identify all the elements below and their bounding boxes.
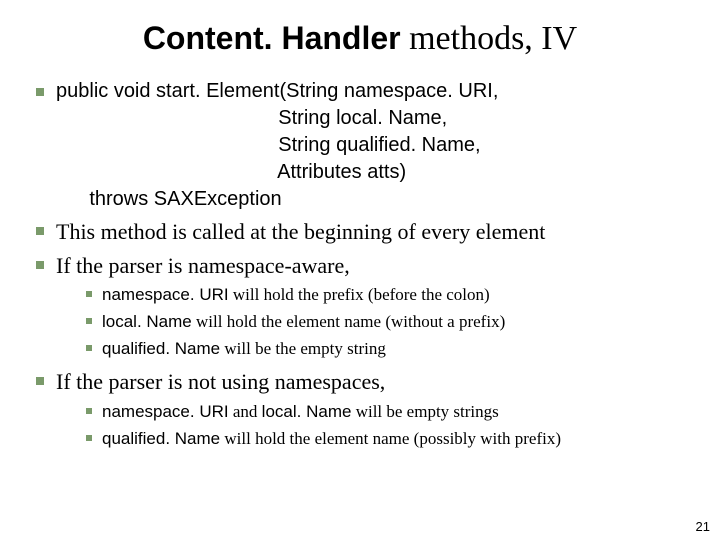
- list-item: local. Name will hold the element name (…: [86, 311, 690, 334]
- code-line: String qualified. Name,: [56, 132, 690, 159]
- bullet-icon: [86, 291, 92, 297]
- list-item: qualified. Name will hold the element na…: [86, 428, 690, 451]
- bullet-icon: [36, 377, 44, 385]
- list-item: If the parser is namespace-aware,: [36, 251, 690, 281]
- bullet-list: If the parser is not using namespaces,: [30, 367, 690, 397]
- code-span: qualified. Name: [102, 429, 220, 448]
- sub-bullet-list: namespace. URI will hold the prefix (bef…: [30, 284, 690, 361]
- code-signature: public void start. Element(String namesp…: [56, 78, 690, 213]
- bullet-text: namespace. URI will hold the prefix (bef…: [102, 284, 690, 307]
- title-rest: methods, IV: [401, 20, 578, 57]
- text-span: will be empty strings: [351, 402, 498, 421]
- slide: Content. Handler methods, IV public void…: [0, 0, 720, 451]
- bullet-text: qualified. Name will be the empty string: [102, 338, 690, 361]
- bullet-icon: [86, 318, 92, 324]
- title-code: Content. Handler: [143, 20, 401, 56]
- list-item: namespace. URI will hold the prefix (bef…: [86, 284, 690, 307]
- bullet-icon: [86, 408, 92, 414]
- code-span: namespace. URI: [102, 402, 229, 421]
- code-line: String local. Name,: [56, 105, 690, 132]
- list-item: namespace. URI and local. Name will be e…: [86, 401, 690, 424]
- code-span: local. Name: [102, 312, 192, 331]
- text-span: will hold the element name (possibly wit…: [220, 429, 561, 448]
- text-span: will be the empty string: [220, 339, 386, 358]
- code-span: qualified. Name: [102, 339, 220, 358]
- bullet-text: If the parser is namespace-aware,: [56, 251, 690, 281]
- code-line: throws SAXException: [56, 186, 690, 213]
- bullet-icon: [86, 345, 92, 351]
- text-span: and: [229, 402, 262, 421]
- bullet-text: If the parser is not using namespaces,: [56, 367, 690, 397]
- code-line: Attributes atts): [56, 159, 690, 186]
- list-item: This method is called at the beginning o…: [36, 217, 690, 247]
- bullet-text: qualified. Name will hold the element na…: [102, 428, 690, 451]
- bullet-list: public void start. Element(String namesp…: [30, 78, 690, 280]
- bullet-text: namespace. URI and local. Name will be e…: [102, 401, 690, 424]
- text-span: will hold the prefix (before the colon): [229, 285, 490, 304]
- bullet-text: local. Name will hold the element name (…: [102, 311, 690, 334]
- slide-title: Content. Handler methods, IV: [30, 20, 690, 58]
- code-line: public void start. Element(String namesp…: [56, 78, 690, 105]
- code-span: namespace. URI: [102, 285, 229, 304]
- page-number: 21: [696, 519, 710, 534]
- code-span: local. Name: [262, 402, 352, 421]
- bullet-icon: [86, 435, 92, 441]
- bullet-icon: [36, 261, 44, 269]
- text-span: will hold the element name (without a pr…: [192, 312, 505, 331]
- bullet-icon: [36, 227, 44, 235]
- bullet-icon: [36, 88, 44, 96]
- bullet-text: This method is called at the beginning o…: [56, 217, 690, 247]
- list-item: public void start. Element(String namesp…: [36, 78, 690, 213]
- sub-bullet-list: namespace. URI and local. Name will be e…: [30, 401, 690, 451]
- list-item: qualified. Name will be the empty string: [86, 338, 690, 361]
- list-item: If the parser is not using namespaces,: [36, 367, 690, 397]
